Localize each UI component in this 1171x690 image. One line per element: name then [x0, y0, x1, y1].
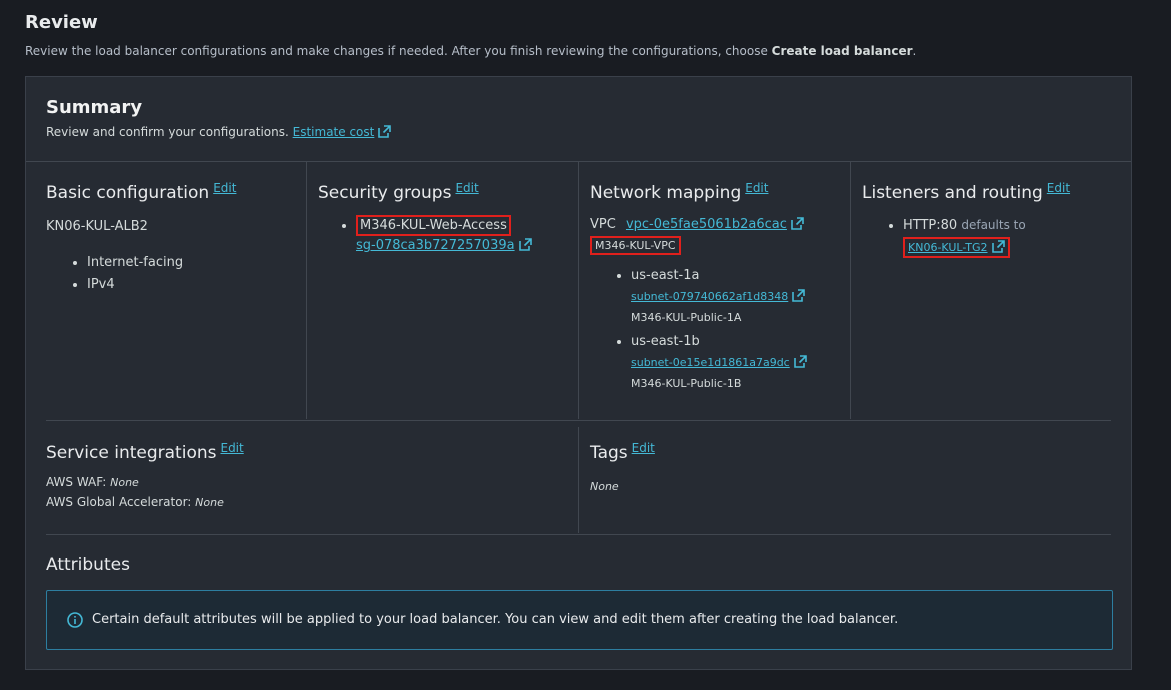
tags-value: None — [590, 480, 619, 493]
summary-title: Summary — [46, 97, 143, 118]
network-mapping-section: Network mapping Edit VPC vpc-0e5fae5061b2… — [590, 181, 807, 393]
target-group-link[interactable]: KN06-KUL-TG2 — [908, 240, 1005, 254]
security-group-id-link[interactable]: sg-078ca3b727257039a — [356, 238, 532, 253]
column-divider — [850, 161, 851, 419]
tags-title: Tags — [590, 443, 628, 463]
network-mapping-title: Network mapping — [590, 183, 742, 203]
review-title: Review — [25, 12, 98, 33]
column-divider — [578, 161, 579, 419]
aws-waf-value: None — [110, 476, 139, 489]
info-icon — [67, 612, 83, 628]
service-integrations-title: Service integrations — [46, 443, 217, 463]
load-balancer-name: KN06-KUL-ALB2 — [46, 219, 148, 234]
basic-attributes-list: Internet-facing IPv4 — [46, 252, 236, 296]
review-description: Review the load balancer configurations … — [25, 44, 916, 58]
list-item: Internet-facing — [87, 252, 236, 274]
edit-service-integrations-link[interactable]: Edit — [220, 441, 243, 455]
column-divider — [578, 427, 579, 533]
attributes-info-text: Certain default attributes will be appli… — [92, 612, 899, 627]
vpc-name: M346-KUL-VPC — [590, 236, 681, 255]
edit-network-mapping-link[interactable]: Edit — [745, 181, 768, 195]
subnet-list: us-east-1a subnet-079740662af1d8348 M346… — [590, 267, 807, 393]
column-divider — [306, 161, 307, 419]
aws-waf-row: AWS WAF: None — [46, 475, 244, 489]
list-item: us-east-1b subnet-0e15e1d1861a7a9dc M346… — [631, 333, 807, 393]
external-link-icon — [793, 355, 807, 368]
target-group-highlight: KN06-KUL-TG2 — [903, 237, 1010, 258]
subnet-name: M346-KUL-Public-1A — [631, 311, 742, 324]
summary-desc-text: Review and confirm your configurations. — [46, 125, 289, 139]
divider — [46, 420, 1111, 421]
vpc-id-link[interactable]: vpc-0e5fae5061b2a6cac — [626, 217, 804, 232]
aws-global-accelerator-label: AWS Global Accelerator: — [46, 495, 192, 509]
vpc-label: VPC — [590, 217, 616, 232]
listeners-routing-section: Listeners and routing Edit HTTP:80 defaul… — [862, 181, 1070, 258]
security-groups-section: Security groupsEdit M346-KUL-Web-Access … — [318, 181, 532, 259]
list-item: IPv4 — [87, 274, 236, 296]
external-link-icon — [791, 217, 804, 230]
edit-basic-configuration-link[interactable]: Edit — [213, 181, 236, 195]
attributes-title: Attributes — [46, 555, 130, 575]
estimate-cost-link[interactable]: Estimate cost — [293, 125, 392, 139]
attributes-info-alert: Certain default attributes will be appli… — [46, 590, 1113, 650]
list-item: M346-KUL-Web-Access sg-078ca3b727257039a — [356, 215, 532, 259]
external-link-icon — [792, 289, 806, 302]
service-integrations-section: Service integrations Edit AWS WAF: None A… — [46, 441, 244, 509]
divider — [46, 534, 1111, 535]
external-link-icon — [518, 238, 532, 251]
edit-security-groups-link[interactable]: Edit — [455, 181, 478, 195]
aws-waf-label: AWS WAF: — [46, 475, 107, 489]
external-link-icon — [991, 240, 1005, 253]
availability-zone: us-east-1a — [631, 268, 700, 283]
external-link-icon — [378, 125, 392, 138]
review-desc-bold: Create load balancer — [771, 44, 913, 58]
defaults-to-label: defaults to — [961, 218, 1026, 232]
tags-section: Tags Edit None — [590, 441, 655, 494]
subnet-name: M346-KUL-Public-1B — [631, 377, 742, 390]
subnet-link[interactable]: subnet-0e15e1d1861a7a9dc — [631, 355, 807, 369]
security-group-name: M346-KUL-Web-Access — [356, 215, 511, 236]
security-groups-list: M346-KUL-Web-Access sg-078ca3b727257039a — [318, 215, 532, 259]
review-desc-text: Review the load balancer configurations … — [25, 44, 772, 58]
list-item: us-east-1a subnet-079740662af1d8348 M346… — [631, 267, 807, 327]
security-groups-title: Security groups — [318, 183, 452, 203]
availability-zone: us-east-1b — [631, 334, 700, 349]
listener-protocol-port: HTTP:80 — [903, 218, 958, 233]
review-desc-end: . — [912, 44, 917, 58]
subnet-link[interactable]: subnet-079740662af1d8348 — [631, 289, 806, 303]
summary-panel: Summary Review and confirm your configur… — [25, 76, 1132, 670]
vpc-row: VPC vpc-0e5fae5061b2a6cac — [590, 217, 807, 232]
summary-description: Review and confirm your configurations. … — [46, 125, 392, 139]
aws-global-accelerator-value: None — [195, 496, 224, 509]
listeners-list: HTTP:80 defaults to KN06-KUL-TG2 — [862, 218, 1070, 258]
list-item: HTTP:80 defaults to KN06-KUL-TG2 — [903, 218, 1070, 258]
basic-configuration-section: Basic configurationEdit KN06-KUL-ALB2 In… — [46, 181, 236, 296]
edit-listeners-link[interactable]: Edit — [1047, 181, 1070, 195]
edit-tags-link[interactable]: Edit — [632, 441, 655, 455]
aws-global-accelerator-row: AWS Global Accelerator: None — [46, 495, 244, 509]
basic-configuration-title: Basic configuration — [46, 183, 210, 203]
listeners-routing-title: Listeners and routing — [862, 183, 1043, 203]
